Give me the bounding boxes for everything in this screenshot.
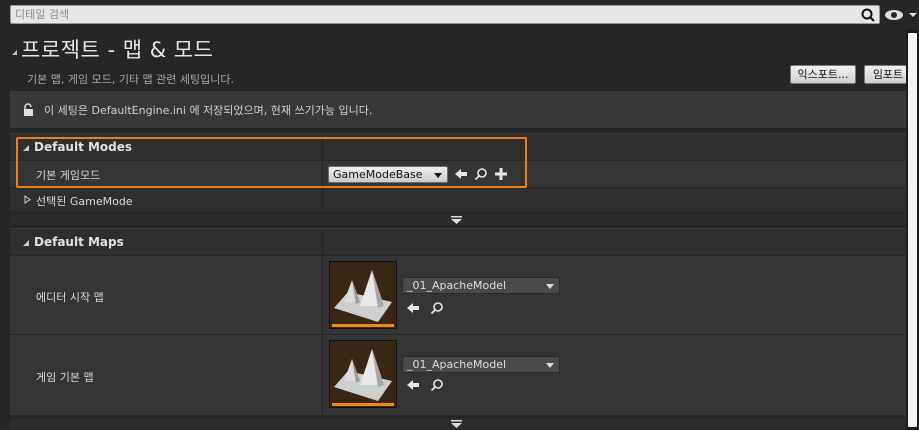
row-label: 에디터 시작 맵: [36, 291, 104, 304]
search-bar: [10, 5, 880, 24]
search-icon[interactable]: [860, 7, 876, 23]
notice-text: 이 세팅은 DefaultEngine.ini 에 저장되었으며, 현재 쓰기가…: [44, 103, 373, 117]
dropdown-value: _01_ApacheModel: [407, 358, 507, 371]
magnify-icon[interactable]: [474, 167, 488, 181]
eye-icon[interactable]: [884, 8, 918, 22]
config-notice: 이 세팅은 DefaultEngine.ini 에 저장되었으며, 현재 쓰기가…: [10, 91, 906, 128]
advanced-expander[interactable]: [10, 418, 906, 430]
arrow-left-icon[interactable]: [454, 167, 468, 181]
chevron-down-icon: [546, 363, 554, 368]
chevron-down-icon[interactable]: [451, 420, 462, 428]
scrollbar[interactable]: [906, 30, 919, 430]
plus-icon[interactable]: [494, 167, 508, 181]
magnify-icon[interactable]: [430, 378, 444, 392]
map-asset-icon: [330, 262, 396, 328]
row-default-game-mode: 기본 게임모드 GameModeBase: [10, 161, 906, 187]
dropdown-value: GameModeBase: [333, 168, 423, 181]
import-button[interactable]: 임포트: [864, 65, 912, 84]
scrollbar-thumb[interactable]: [908, 33, 917, 427]
collapse-icon[interactable]: [12, 49, 17, 55]
section-default-maps[interactable]: Default Maps: [10, 228, 906, 255]
advanced-expander[interactable]: [10, 214, 906, 225]
chevron-down-icon[interactable]: [451, 216, 462, 224]
collapse-icon[interactable]: [23, 145, 29, 151]
row-game-default-map: 게임 기본 맵 _01_ApacheModel: [10, 335, 906, 415]
chevron-down-icon: [434, 173, 442, 178]
section-title: Default Maps: [34, 235, 124, 249]
page-title: 프로젝트 - 맵 & 모드: [21, 38, 214, 62]
game-mode-dropdown[interactable]: GameModeBase: [328, 166, 448, 183]
arrow-left-icon[interactable]: [406, 301, 420, 315]
section-title: Default Modes: [34, 140, 133, 154]
map-thumbnail[interactable]: [329, 261, 397, 329]
map-thumbnail[interactable]: [329, 340, 397, 408]
lock-icon: [24, 102, 33, 116]
game-default-map-dropdown[interactable]: _01_ApacheModel: [402, 356, 560, 373]
row-editor-startup-map: 에디터 시작 맵 _01_ApacheModel: [10, 256, 906, 334]
section-default-modes[interactable]: Default Modes: [10, 133, 906, 160]
search-input[interactable]: [15, 6, 860, 23]
editor-startup-map-dropdown[interactable]: _01_ApacheModel: [402, 277, 560, 294]
chevron-down-icon: [546, 284, 554, 289]
row-label: 기본 게임모드: [36, 169, 101, 182]
row-label: 선택된 GameMode: [36, 195, 133, 208]
row-label: 게임 기본 맵: [36, 371, 94, 384]
arrow-left-icon[interactable]: [406, 378, 420, 392]
export-button[interactable]: 익스포트...: [790, 65, 856, 84]
expand-icon[interactable]: [24, 195, 31, 204]
dropdown-value: _01_ApacheModel: [407, 279, 507, 292]
page-subtitle: 기본 맵, 게임 모드, 기타 맵 관련 세팅입니다.: [27, 73, 235, 86]
map-asset-icon: [330, 341, 396, 407]
row-selected-game-mode[interactable]: 선택된 GameMode: [10, 188, 906, 211]
magnify-icon[interactable]: [430, 301, 444, 315]
collapse-icon[interactable]: [23, 240, 29, 246]
page-title-row: 프로젝트 - 맵 & 모드: [12, 34, 213, 64]
